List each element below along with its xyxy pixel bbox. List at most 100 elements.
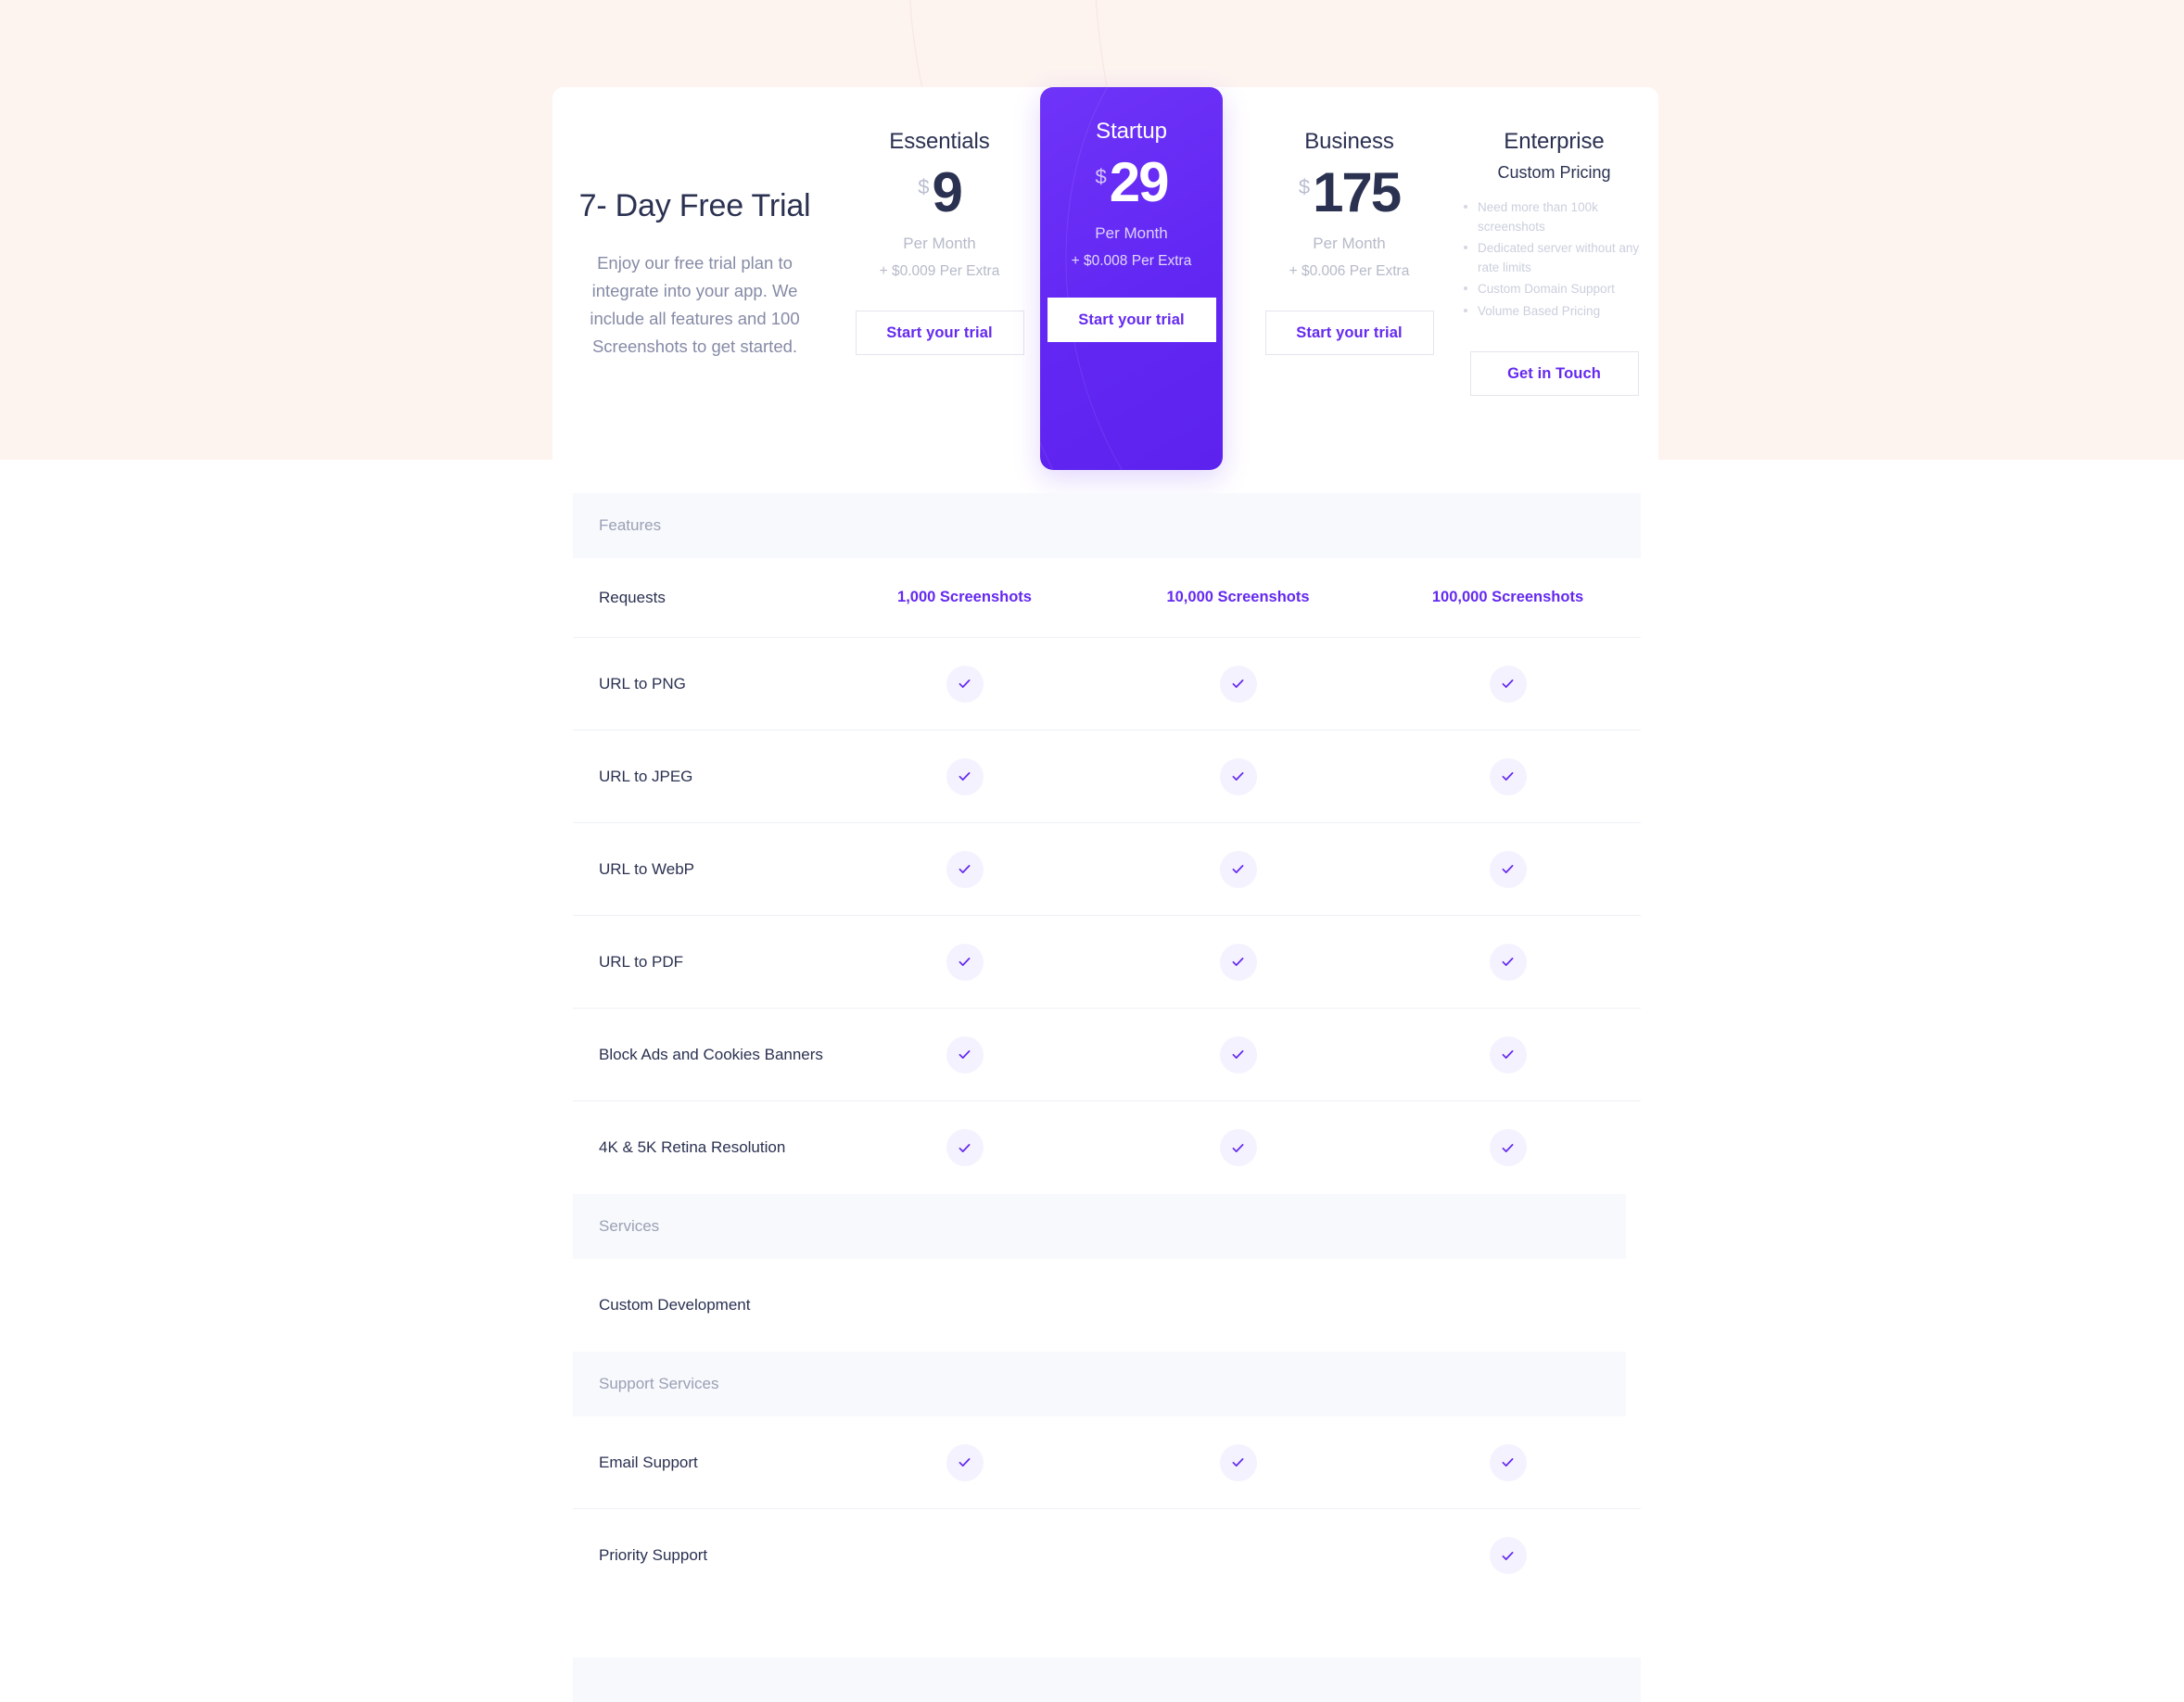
row-label: URL to WebP bbox=[599, 859, 694, 878]
check-icon bbox=[1489, 1443, 1527, 1481]
section-header-services: Services bbox=[573, 1194, 1626, 1259]
start-trial-button-essentials[interactable]: Start your trial bbox=[855, 311, 1024, 355]
table-cell bbox=[828, 757, 1101, 795]
table-cell bbox=[828, 850, 1101, 888]
currency-symbol: $ bbox=[1298, 175, 1311, 198]
section-header-support-services: Support Services bbox=[573, 1352, 1626, 1416]
table-cell bbox=[1375, 850, 1641, 888]
billing-period: Per Month bbox=[903, 235, 976, 252]
table-cell bbox=[828, 943, 1101, 981]
plan-card-essentials: Essentials $ 9 Per Month + $0.009 Per Ex… bbox=[837, 87, 1042, 460]
row-label: URL to PDF bbox=[599, 952, 684, 971]
plan-name: Startup bbox=[1096, 119, 1167, 144]
table-cell bbox=[1101, 757, 1375, 795]
price-amount: 175 bbox=[1313, 161, 1402, 223]
table-cell bbox=[1375, 1443, 1641, 1481]
table-row: URL to WebP bbox=[573, 823, 1641, 916]
table-row: URL to JPEG bbox=[573, 730, 1641, 823]
check-icon bbox=[946, 943, 984, 981]
billing-period: Per Month bbox=[1313, 235, 1386, 252]
table-cell bbox=[1375, 1035, 1641, 1073]
check-icon bbox=[1219, 943, 1257, 981]
table-cell: 1,000 Screenshots bbox=[828, 589, 1101, 606]
table-cell bbox=[1101, 1443, 1375, 1481]
table-cell bbox=[828, 1035, 1101, 1073]
table-row: Requests 1,000 Screenshots 10,000 Screen… bbox=[573, 558, 1641, 638]
table-cell bbox=[1375, 1129, 1641, 1166]
start-trial-button-startup[interactable]: Start your trial bbox=[1047, 298, 1216, 342]
check-icon bbox=[1219, 850, 1257, 888]
cell-value: 10,000 Screenshots bbox=[1166, 589, 1310, 605]
feature-rows: URL to PNG URL to JPEG URL to WebP URL to P… bbox=[573, 638, 1641, 1194]
row-label: URL to JPEG bbox=[599, 767, 693, 785]
plan-card-business: Business $ 175 Per Month + $0.006 Per Ex… bbox=[1247, 87, 1452, 460]
section-header-features: Features bbox=[573, 493, 1641, 558]
cell-value: 1,000 Screenshots bbox=[897, 589, 1032, 605]
row-label: Block Ads and Cookies Banners bbox=[599, 1045, 823, 1063]
check-icon bbox=[1219, 665, 1257, 703]
check-icon bbox=[1489, 850, 1527, 888]
list-item: Dedicated server without any rate limits bbox=[1461, 239, 1657, 277]
currency-symbol: $ bbox=[918, 175, 930, 198]
table-cell bbox=[1101, 850, 1375, 888]
check-icon bbox=[1219, 1035, 1257, 1073]
intro-description: Enjoy our free trial plan to integrate i… bbox=[590, 253, 800, 357]
list-item: Need more than 100k screenshots bbox=[1461, 198, 1657, 236]
check-icon bbox=[1489, 1129, 1527, 1166]
table-cell: 100,000 Screenshots bbox=[1375, 589, 1641, 606]
row-label: Requests bbox=[599, 588, 666, 606]
support-rows: Email Support Priority Support bbox=[573, 1416, 1641, 1602]
section-header-partial bbox=[573, 1658, 1641, 1702]
comparison-table: Features Requests 1,000 Screenshots 10,0… bbox=[573, 493, 1641, 1602]
plan-price: $ 175 bbox=[1298, 161, 1402, 223]
overage-rate: + $0.008 Per Extra bbox=[1071, 253, 1192, 269]
plan-card-enterprise: Enterprise Custom Pricing Need more than… bbox=[1452, 87, 1657, 460]
price-amount: 29 bbox=[1109, 151, 1170, 213]
check-icon bbox=[1489, 1537, 1527, 1574]
check-icon bbox=[1489, 665, 1527, 703]
check-icon bbox=[946, 850, 984, 888]
check-icon bbox=[1489, 943, 1527, 981]
row-label: Custom Development bbox=[599, 1296, 751, 1314]
check-icon bbox=[1219, 1129, 1257, 1166]
cell-value: 100,000 Screenshots bbox=[1431, 589, 1584, 605]
list-item: Volume Based Pricing bbox=[1461, 302, 1657, 322]
check-icon bbox=[1219, 1443, 1257, 1481]
table-row: Block Ads and Cookies Banners bbox=[573, 1009, 1641, 1101]
plan-card-startup: Startup $ 29 Per Month + $0.008 Per Extr… bbox=[1040, 87, 1223, 470]
plan-price: $ 9 bbox=[918, 161, 963, 223]
table-cell bbox=[1101, 1129, 1375, 1166]
check-icon bbox=[946, 1129, 984, 1166]
get-in-touch-button[interactable]: Get in Touch bbox=[1469, 351, 1639, 397]
table-row: Priority Support bbox=[573, 1509, 1641, 1602]
plan-name: Essentials bbox=[889, 129, 990, 154]
check-icon bbox=[1489, 757, 1527, 795]
overage-rate: + $0.009 Per Extra bbox=[879, 263, 1000, 279]
table-cell bbox=[1375, 757, 1641, 795]
row-label: URL to PNG bbox=[599, 674, 686, 692]
row-label: Email Support bbox=[599, 1453, 698, 1471]
table-cell bbox=[1101, 1035, 1375, 1073]
enterprise-feature-list: Need more than 100k screenshots Dedicate… bbox=[1452, 198, 1657, 324]
table-cell bbox=[1101, 943, 1375, 981]
check-icon bbox=[946, 1443, 984, 1481]
trial-intro: 7- Day Free Trial Enjoy our free trial p… bbox=[552, 87, 837, 460]
enterprise-subtitle: Custom Pricing bbox=[1497, 163, 1611, 182]
table-cell bbox=[1375, 943, 1641, 981]
overage-rate: + $0.006 Per Extra bbox=[1289, 263, 1410, 279]
table-row: URL to PDF bbox=[573, 916, 1641, 1009]
list-item: Custom Domain Support bbox=[1461, 280, 1657, 299]
price-amount: 9 bbox=[932, 161, 962, 223]
table-row: Email Support bbox=[573, 1416, 1641, 1509]
pricing-page: 7- Day Free Trial Enjoy our free trial p… bbox=[0, 0, 2184, 1702]
table-cell bbox=[1101, 665, 1375, 703]
table-cell bbox=[828, 1443, 1101, 1481]
plan-name: Enterprise bbox=[1504, 129, 1605, 154]
page-title: 7- Day Free Trial bbox=[578, 187, 811, 223]
table-cell bbox=[1375, 665, 1641, 703]
billing-period: Per Month bbox=[1095, 224, 1168, 242]
service-rows: Custom Development bbox=[573, 1259, 1641, 1352]
table-cell bbox=[828, 665, 1101, 703]
start-trial-button-business[interactable]: Start your trial bbox=[1264, 311, 1434, 355]
table-cell: 10,000 Screenshots bbox=[1101, 589, 1375, 606]
